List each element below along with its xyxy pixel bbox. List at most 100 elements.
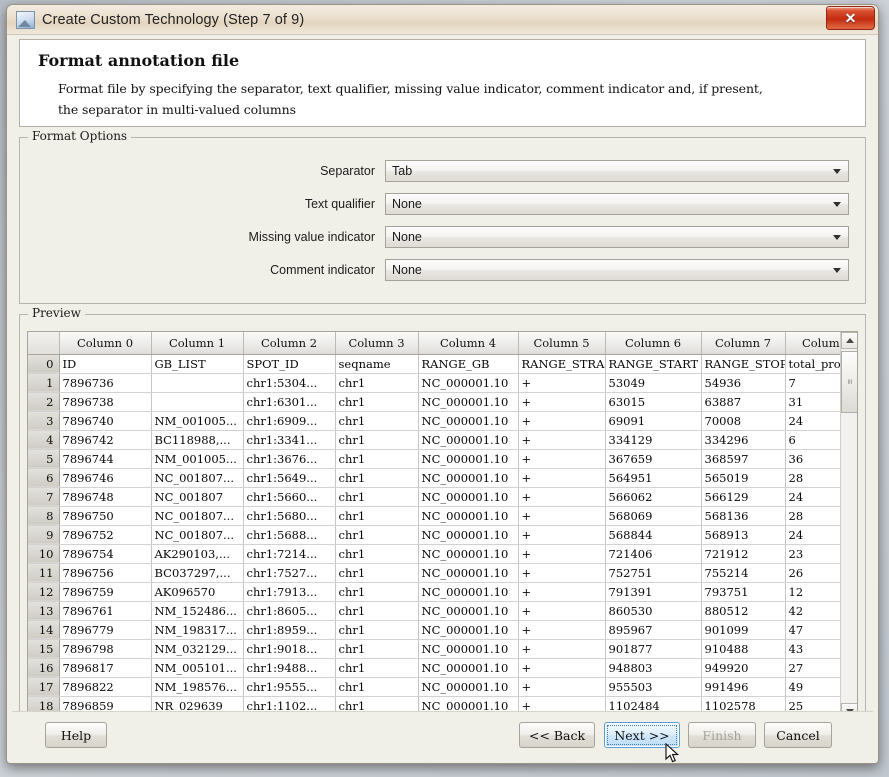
row-number-cell[interactable]: 5 — [28, 449, 59, 468]
row-number-cell[interactable]: 1 — [28, 373, 59, 392]
table-cell[interactable]: + — [518, 601, 605, 620]
table-cell[interactable]: chr1:9018... — [243, 639, 335, 658]
table-cell[interactable]: chr1:9555... — [243, 677, 335, 696]
table-cell[interactable]: 565019 — [701, 468, 785, 487]
table-cell[interactable]: + — [518, 563, 605, 582]
back-button[interactable]: << Back — [519, 722, 595, 748]
table-cell[interactable]: 568844 — [605, 525, 701, 544]
table-cell[interactable]: GB_LIST — [151, 354, 243, 373]
table-cell[interactable]: chr1 — [335, 677, 418, 696]
table-cell[interactable]: 7896822 — [59, 677, 151, 696]
table-cell[interactable]: chr1:5304... — [243, 373, 335, 392]
table-cell[interactable]: total_probes — [785, 354, 840, 373]
table-cell[interactable]: 7896752 — [59, 525, 151, 544]
column-header[interactable]: Column 6 — [605, 332, 701, 354]
table-cell[interactable] — [151, 392, 243, 411]
row-number-cell[interactable]: 14 — [28, 620, 59, 639]
table-cell[interactable]: chr1 — [335, 411, 418, 430]
table-cell[interactable]: 49 — [785, 677, 840, 696]
table-cell[interactable]: AK096570 — [151, 582, 243, 601]
table-cell[interactable]: chr1 — [335, 373, 418, 392]
table-cell[interactable]: NC_000001.10 — [418, 411, 518, 430]
table-cell[interactable]: 910488 — [701, 639, 785, 658]
table-cell[interactable]: 7896759 — [59, 582, 151, 601]
table-row[interactable]: 157896798NM_032129...chr1:9018...chr1NC_… — [28, 639, 840, 658]
table-row[interactable]: 107896754AK290103,...chr1:7214...chr1NC_… — [28, 544, 840, 563]
close-icon[interactable]: ✕ — [826, 6, 875, 30]
table-cell[interactable]: 7896756 — [59, 563, 151, 582]
table-cell[interactable]: 880512 — [701, 601, 785, 620]
table-cell[interactable]: NC_000001.10 — [418, 487, 518, 506]
scroll-up-icon[interactable] — [841, 332, 858, 349]
table-cell[interactable]: 28 — [785, 468, 840, 487]
table-cell[interactable]: + — [518, 677, 605, 696]
table-cell[interactable]: chr1:5660... — [243, 487, 335, 506]
table-cell[interactable]: 36 — [785, 449, 840, 468]
table-cell[interactable]: chr1 — [335, 620, 418, 639]
table-cell[interactable]: NC_001807... — [151, 468, 243, 487]
table-cell[interactable]: 721406 — [605, 544, 701, 563]
table-row[interactable]: 97896752NC_001807...chr1:5688...chr1NC_0… — [28, 525, 840, 544]
column-header[interactable]: Column 7 — [701, 332, 785, 354]
table-row[interactable]: 0IDGB_LISTSPOT_IDseqnameRANGE_GBRANGE_ST… — [28, 354, 840, 373]
row-number-cell[interactable]: 6 — [28, 468, 59, 487]
table-cell[interactable]: 7896740 — [59, 411, 151, 430]
table-cell[interactable]: chr1 — [335, 525, 418, 544]
table-cell[interactable]: chr1:7913... — [243, 582, 335, 601]
table-cell[interactable]: 860530 — [605, 601, 701, 620]
row-number-cell[interactable]: 11 — [28, 563, 59, 582]
table-cell[interactable]: 7896798 — [59, 639, 151, 658]
table-row[interactable]: 87896750NC_001807...chr1:5680...chr1NC_0… — [28, 506, 840, 525]
separator-dropdown[interactable]: Tab — [385, 160, 849, 182]
table-cell[interactable]: 367659 — [605, 449, 701, 468]
row-number-cell[interactable]: 16 — [28, 658, 59, 677]
table-cell[interactable]: NM_198576... — [151, 677, 243, 696]
table-cell[interactable]: BC037297,... — [151, 563, 243, 582]
table-cell[interactable]: 368597 — [701, 449, 785, 468]
table-cell[interactable]: chr1 — [335, 544, 418, 563]
table-cell[interactable]: chr1:5680... — [243, 506, 335, 525]
table-cell[interactable]: NC_001807 — [151, 487, 243, 506]
table-cell[interactable]: + — [518, 544, 605, 563]
table-cell[interactable]: + — [518, 468, 605, 487]
table-cell[interactable]: 568136 — [701, 506, 785, 525]
table-vertical-scrollbar[interactable]: ≡ — [840, 332, 857, 720]
table-cell[interactable]: + — [518, 430, 605, 449]
table-cell[interactable]: NC_000001.10 — [418, 677, 518, 696]
table-cell[interactable]: + — [518, 487, 605, 506]
table-cell[interactable]: 27 — [785, 658, 840, 677]
table-row[interactable]: 37896740NM_001005...chr1:6909...chr1NC_0… — [28, 411, 840, 430]
table-cell[interactable]: NM_005101... — [151, 658, 243, 677]
table-cell[interactable]: AK290103,... — [151, 544, 243, 563]
table-cell[interactable]: NM_032129... — [151, 639, 243, 658]
table-cell[interactable]: 793751 — [701, 582, 785, 601]
table-cell[interactable]: NC_001807... — [151, 525, 243, 544]
row-number-cell[interactable]: 17 — [28, 677, 59, 696]
table-cell[interactable]: NC_000001.10 — [418, 582, 518, 601]
column-header[interactable]: Column 8 — [785, 332, 840, 354]
table-row[interactable]: 117896756BC037297,...chr1:7527...chr1NC_… — [28, 563, 840, 582]
table-cell[interactable]: chr1:3676... — [243, 449, 335, 468]
table-cell[interactable]: + — [518, 392, 605, 411]
table-cell[interactable]: chr1 — [335, 658, 418, 677]
table-cell[interactable]: 7 — [785, 373, 840, 392]
table-cell[interactable]: 955503 — [605, 677, 701, 696]
table-cell[interactable]: 791391 — [605, 582, 701, 601]
table-cell[interactable]: 24 — [785, 525, 840, 544]
table-cell[interactable]: 901877 — [605, 639, 701, 658]
table-cell[interactable]: 28 — [785, 506, 840, 525]
table-cell[interactable]: 566129 — [701, 487, 785, 506]
table-cell[interactable]: RANGE_GB — [418, 354, 518, 373]
next-button[interactable]: Next >> — [604, 722, 680, 748]
table-cell[interactable]: chr1:5688... — [243, 525, 335, 544]
row-number-cell[interactable]: 2 — [28, 392, 59, 411]
vertical-scroll-thumb[interactable]: ≡ — [841, 351, 858, 413]
table-cell[interactable]: chr1 — [335, 392, 418, 411]
column-header[interactable]: Column 5 — [518, 332, 605, 354]
table-cell[interactable]: + — [518, 449, 605, 468]
table-cell[interactable]: 949920 — [701, 658, 785, 677]
table-cell[interactable]: NM_001005... — [151, 411, 243, 430]
table-cell[interactable]: chr1 — [335, 449, 418, 468]
table-cell[interactable]: NC_000001.10 — [418, 430, 518, 449]
table-cell[interactable]: BC118988,... — [151, 430, 243, 449]
